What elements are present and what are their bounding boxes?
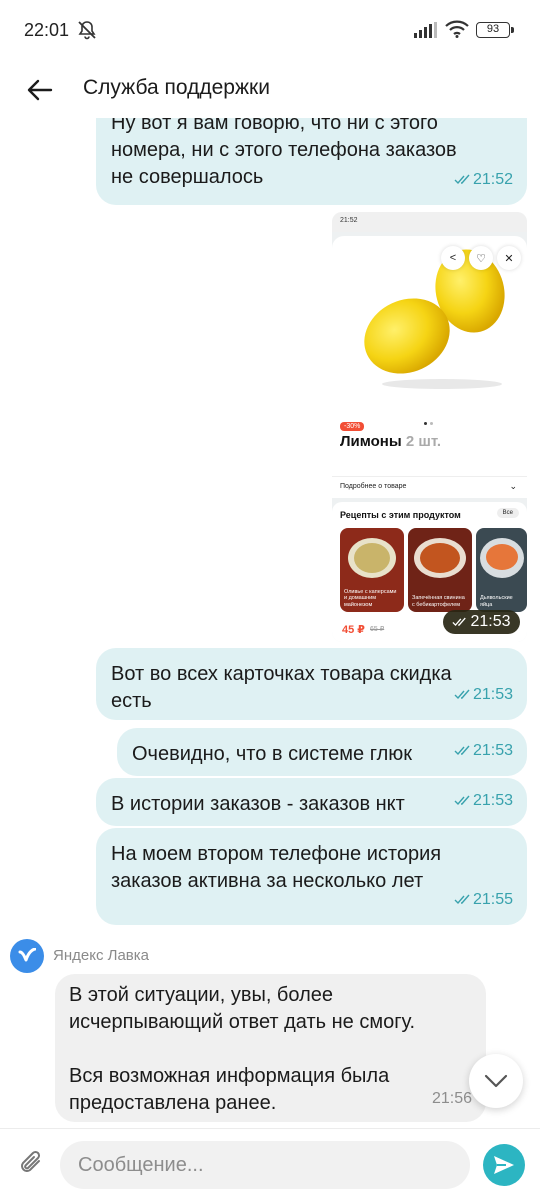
send-button[interactable] — [483, 1144, 525, 1186]
chevron-down-icon: ⌄ — [509, 481, 517, 491]
bell-muted-icon — [78, 21, 96, 40]
message-meta: 21:53 — [454, 737, 513, 764]
recipe-caption: Оливье с каперсами и домашним майонезом — [344, 588, 397, 608]
recipe-caption: Запечённая свинина с бебикартофелем — [412, 595, 465, 608]
carousel-dots — [424, 412, 438, 425]
recipe-card: Дьявольские яйца — [476, 528, 527, 612]
message-meta: 21:55 — [454, 886, 513, 913]
checkmark-logo-icon — [18, 948, 36, 962]
image-message-time: 21:53 — [443, 610, 520, 634]
message-time: 21:53 — [470, 613, 511, 630]
battery-indicator: 93 — [476, 22, 514, 38]
message-text: На моем втором телефоне история заказов … — [111, 843, 442, 892]
outgoing-message[interactable]: Ну вот я вам говорю, что ни с этого номе… — [96, 118, 527, 205]
product-details-row: Подробнее о товаре ⌄ — [332, 476, 527, 498]
message-time: 21:53 — [472, 686, 513, 703]
recipes-title: Рецепты с этим продуктом — [340, 510, 461, 520]
send-icon — [494, 1156, 514, 1174]
paperclip-icon — [21, 1150, 41, 1172]
message-meta: 21:52 — [454, 166, 513, 193]
share-icon: < — [441, 246, 465, 270]
product-name-text: Лимоны — [340, 433, 402, 450]
outgoing-message[interactable]: На моем втором телефоне история заказов … — [96, 828, 527, 925]
sender-avatar[interactable] — [10, 939, 44, 973]
double-check-icon — [454, 174, 470, 185]
message-text: В истории заказов - заказов нкт — [111, 793, 405, 815]
chevron-down-icon — [484, 1074, 508, 1088]
recipe-card: Оливье с каперсами и домашним майонезом — [340, 528, 404, 612]
message-text: В этой ситуации, увы, более исчерпывающи… — [69, 984, 416, 1114]
message-time: 21:52 — [472, 171, 513, 188]
double-check-icon — [454, 745, 470, 756]
details-label: Подробнее о товаре — [340, 483, 407, 490]
chat-title: Служба поддержки — [83, 76, 270, 99]
wifi-icon — [445, 20, 469, 38]
old-price: 65 ₽ — [370, 626, 385, 633]
product-actions: < ♡ ✕ — [441, 246, 521, 270]
image-message[interactable]: 21:52 < ♡ ✕ -30% Лимоны 2 шт. Подробнее … — [332, 212, 527, 642]
outgoing-message[interactable]: Очевидно, что в системе глюк 21:53 — [117, 728, 527, 776]
back-button[interactable] — [22, 72, 58, 108]
recipe-card: Запечённая свинина с бебикартофелем — [408, 528, 472, 612]
status-bar: 22:01 93 — [0, 0, 540, 60]
message-time: 21:53 — [472, 742, 513, 759]
message-meta: 21:53 — [454, 681, 513, 708]
message-text: Ну вот я вам говорю, что ни с этого номе… — [111, 118, 457, 188]
double-check-icon — [454, 894, 470, 905]
close-icon: ✕ — [497, 246, 521, 270]
app-header: Служба поддержки — [0, 60, 540, 118]
message-composer — [0, 1128, 540, 1200]
message-text: Вот во всех карточках товара скидка есть — [111, 663, 452, 712]
price: 45 ₽ — [342, 624, 365, 636]
all-recipes-label: Все — [496, 508, 519, 518]
double-check-icon — [452, 617, 467, 627]
message-list[interactable]: Ну вот я вам говорю, что ни с этого номе… — [0, 118, 540, 1128]
message-input[interactable] — [60, 1141, 470, 1189]
status-time: 22:01 — [24, 20, 70, 40]
arrow-left-icon — [27, 79, 53, 101]
screenshot-status-time: 21:52 — [332, 212, 527, 232]
product-name: Лимоны 2 шт. — [340, 433, 441, 450]
message-time: 21:53 — [472, 792, 513, 809]
incoming-message[interactable]: В этой ситуации, увы, более исчерпывающи… — [55, 974, 486, 1122]
sender-name: Яндекс Лавка — [53, 947, 149, 964]
message-time: 21:56 — [431, 1090, 472, 1107]
heart-icon: ♡ — [469, 246, 493, 270]
recipe-caption: Дьявольские яйца — [480, 595, 513, 608]
double-check-icon — [454, 689, 470, 700]
double-check-icon — [454, 795, 470, 806]
discount-badge: -30% — [340, 422, 365, 431]
outgoing-message[interactable]: Вот во всех карточках товара скидка есть… — [96, 648, 527, 720]
message-time: 21:55 — [472, 891, 513, 908]
outgoing-message[interactable]: В истории заказов - заказов нкт 21:53 — [96, 778, 527, 826]
product-count: 2 шт. — [405, 433, 442, 450]
message-meta: 21:53 — [454, 787, 513, 814]
signal-icon — [414, 22, 437, 38]
attach-button[interactable] — [16, 1147, 48, 1179]
recipes-section: Рецепты с этим продуктом Все Оливье с ка… — [332, 502, 527, 617]
scroll-down-button[interactable] — [469, 1054, 523, 1108]
product-card-screenshot: < ♡ ✕ -30% Лимоны 2 шт. — [332, 236, 527, 476]
